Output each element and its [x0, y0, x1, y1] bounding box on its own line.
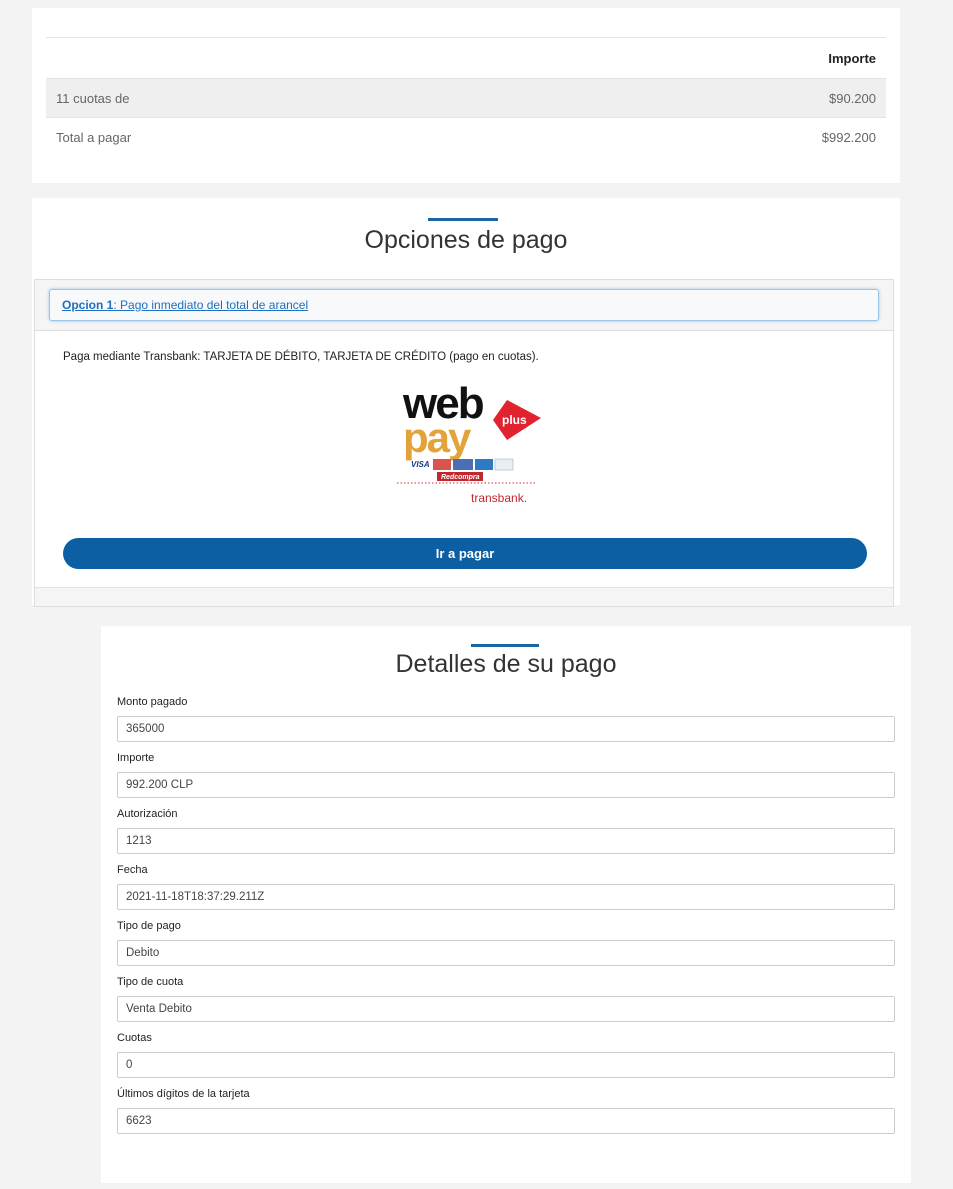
table-row: Total a pagar $992.200 — [46, 117, 886, 156]
ultimos-digitos-field[interactable]: 6623 — [117, 1108, 895, 1134]
row-label: 11 cuotas de — [56, 90, 130, 106]
payment-description: Paga mediante Transbank: TARJETA DE DÉBI… — [63, 351, 539, 363]
fecha-field[interactable]: 2021-11-18T18:37:29.211Z — [117, 884, 895, 910]
webpay-plus-logo: web pay plus VISA Redcompra — [397, 379, 541, 484]
option-1-link[interactable]: Opcion 1: Pago inmediato del total de ar… — [49, 289, 879, 321]
field-label: Monto pagado — [117, 696, 188, 708]
pay-button[interactable]: Ir a pagar — [63, 538, 867, 569]
field-label: Autorización — [117, 808, 178, 820]
section-title: Opciones de pago — [364, 226, 568, 254]
option-1-prefix: Opcion 1 — [62, 298, 114, 312]
field-tipo-de-cuota: Tipo de cuota Venta Debito — [117, 976, 895, 1022]
field-autorizacion: Autorización 1213 — [117, 808, 895, 854]
logo-plus: plus — [502, 413, 527, 427]
logo-redcompra: Redcompra — [441, 474, 480, 481]
logo-card-magna — [453, 459, 473, 470]
field-fecha: Fecha 2021-11-18T18:37:29.211Z — [117, 864, 895, 910]
importe-field[interactable]: 992.200 CLP — [117, 772, 895, 798]
row-value: $90.200 — [829, 90, 876, 106]
payment-details-card: Detalles de su pago Monto pagado 365000 … — [101, 626, 911, 1183]
field-label: Importe — [117, 752, 155, 764]
summary-card: Importe 11 cuotas de $90.200 Total a pag… — [32, 8, 900, 183]
logo-visa: VISA — [411, 460, 430, 469]
option-panel: Opcion 1: Pago inmediato del total de ar… — [34, 279, 894, 607]
tipo-de-pago-field[interactable]: Debito — [117, 940, 895, 966]
row-value: $992.200 — [821, 129, 876, 145]
tipo-de-cuota-field[interactable]: Venta Debito — [117, 996, 895, 1022]
option-panel-footer — [35, 587, 893, 606]
option-1-text: : Pago inmediato del total de arancel — [113, 298, 309, 312]
field-monto-pagado: Monto pagado 365000 — [117, 696, 895, 742]
table-header: Importe — [46, 38, 886, 78]
summary-table: Importe 11 cuotas de $90.200 Total a pag… — [46, 37, 886, 156]
field-label: Fecha — [117, 864, 148, 876]
field-label: Cuotas — [117, 1032, 152, 1044]
monto-pagado-field[interactable]: 365000 — [117, 716, 895, 742]
logo-card-amex — [475, 459, 493, 470]
field-label: Últimos dígitos de la tarjeta — [117, 1088, 250, 1100]
field-label: Tipo de cuota — [117, 976, 184, 988]
logo-card-mastercard — [433, 459, 451, 470]
cuotas-field[interactable]: 0 — [117, 1052, 895, 1078]
option-panel-header: Opcion 1: Pago inmediato del total de ar… — [35, 280, 893, 331]
payment-options-card: Opciones de pago Opcion 1: Pago inmediat… — [32, 198, 900, 607]
row-label: Total a pagar — [56, 129, 132, 145]
field-label: Tipo de pago — [117, 920, 181, 932]
title-accent-bar — [428, 218, 498, 221]
logo-transbank: transbank. — [471, 491, 528, 505]
field-ultimos-digitos: Últimos dígitos de la tarjeta 6623 — [117, 1088, 895, 1134]
field-cuotas: Cuotas 0 — [117, 1032, 895, 1078]
field-tipo-de-pago: Tipo de pago Debito — [117, 920, 895, 966]
title-accent-bar — [471, 644, 539, 647]
section-title: Detalles de su pago — [395, 650, 617, 678]
logo-pay: pay — [403, 414, 472, 461]
field-importe: Importe 992.200 CLP — [117, 752, 895, 798]
details-form: Monto pagado 365000 Importe 992.200 CLP … — [117, 696, 895, 1144]
logo-card-diners — [494, 458, 514, 471]
table-row: 11 cuotas de $90.200 — [46, 78, 886, 117]
autorizacion-field[interactable]: 1213 — [117, 828, 895, 854]
header-importe: Importe — [828, 50, 876, 66]
